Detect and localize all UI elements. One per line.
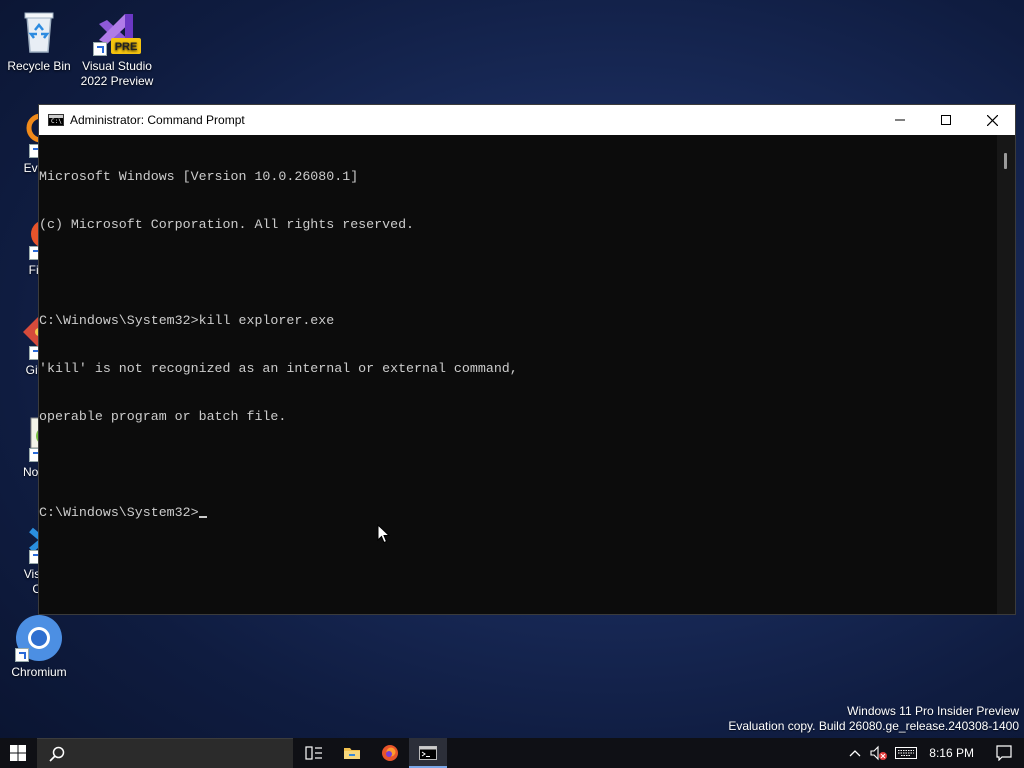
keyboard-icon	[895, 747, 918, 759]
system-tray: 8:16 PM	[843, 738, 1024, 768]
mouse-pointer-icon	[377, 524, 391, 544]
taskbar-clock[interactable]: 8:16 PM	[921, 746, 984, 760]
desktop-icon-label: Visual Studio 2022 Preview	[80, 59, 154, 88]
keyboard-button[interactable]	[891, 738, 921, 768]
console-line: (c) Microsoft Corporation. All rights re…	[39, 217, 415, 232]
task-view-icon	[305, 746, 322, 760]
scrollbar-thumb[interactable]	[1004, 153, 1007, 169]
console-line: 'kill' is not recognized as an internal …	[39, 361, 518, 376]
minimize-icon	[895, 119, 905, 121]
start-button[interactable]	[0, 738, 36, 768]
firefox-icon	[382, 745, 398, 761]
window-titlebar[interactable]: C:\ Administrator: Command Prompt	[39, 105, 1015, 135]
watermark-line-1: Windows 11 Pro Insider Preview	[847, 704, 1019, 718]
desktop: Recycle Bin PRE Visual Studio 2022 Previ…	[0, 0, 1024, 738]
window-controls	[877, 105, 1015, 135]
taskbar-file-explorer-button[interactable]	[333, 738, 371, 768]
watermark-line-2: Evaluation copy. Build 26080.ge_release.…	[728, 719, 1019, 733]
desktop-icon-label: Recycle Bin	[7, 59, 71, 73]
desktop-icon-recycle-bin[interactable]: Recycle Bin	[0, 8, 78, 74]
console-line: operable program or batch file.	[39, 409, 287, 424]
desktop-icon-chromium[interactable]: Chromium	[0, 614, 78, 680]
console-line: Microsoft Windows [Version 10.0.26080.1]	[39, 169, 359, 184]
command-prompt-icon	[419, 746, 437, 760]
volume-button[interactable]	[867, 738, 891, 768]
close-icon	[986, 114, 998, 126]
recycle-bin-icon	[15, 8, 63, 56]
visual-studio-preview-icon: PRE	[93, 8, 141, 56]
taskbar-command-prompt-button[interactable]	[409, 738, 447, 768]
maximize-icon	[941, 115, 951, 125]
folder-icon	[344, 748, 360, 759]
desktop-icon-visual-studio-preview[interactable]: PRE Visual Studio 2022 Preview	[78, 8, 156, 89]
prompt: C:\Windows\System32>	[39, 505, 199, 520]
command-prompt-window[interactable]: C:\ Administrator: Command Prompt Micros…	[38, 104, 1016, 615]
window-title: Administrator: Command Prompt	[70, 113, 245, 127]
cmd-icon: C:\	[48, 114, 64, 126]
windows-watermark: Windows 11 Pro Insider Preview Evaluatio…	[728, 704, 1019, 734]
notification-icon	[996, 745, 1012, 761]
maximize-button[interactable]	[923, 105, 969, 135]
shortcut-arrow-icon	[93, 42, 107, 56]
close-button[interactable]	[969, 105, 1015, 135]
show-hidden-icons-button[interactable]	[843, 738, 867, 768]
search-icon	[49, 746, 65, 762]
taskbar-search-box[interactable]	[37, 738, 293, 768]
taskbar: 8:16 PM	[0, 738, 1024, 768]
shortcut-arrow-icon	[15, 648, 29, 662]
taskbar-task-view-button[interactable]	[295, 738, 333, 768]
vertical-scrollbar[interactable]	[997, 135, 1015, 614]
console-output[interactable]: Microsoft Windows [Version 10.0.26080.1]…	[39, 135, 997, 614]
windows-logo-icon	[10, 745, 26, 761]
console-line: C:\Windows\System32>kill explorer.exe	[39, 313, 335, 328]
notifications-button[interactable]	[984, 738, 1024, 768]
chromium-icon	[15, 614, 63, 662]
chevron-up-icon	[849, 750, 861, 757]
pre-badge: PRE	[115, 41, 138, 53]
volume-muted-icon	[870, 745, 888, 761]
text-cursor	[198, 516, 207, 518]
console-prompt-line[interactable]: C:\Windows\System32>	[39, 505, 997, 521]
desktop-icon-label: Chromium	[11, 665, 67, 679]
taskbar-firefox-button[interactable]	[371, 738, 409, 768]
minimize-button[interactable]	[877, 105, 923, 135]
